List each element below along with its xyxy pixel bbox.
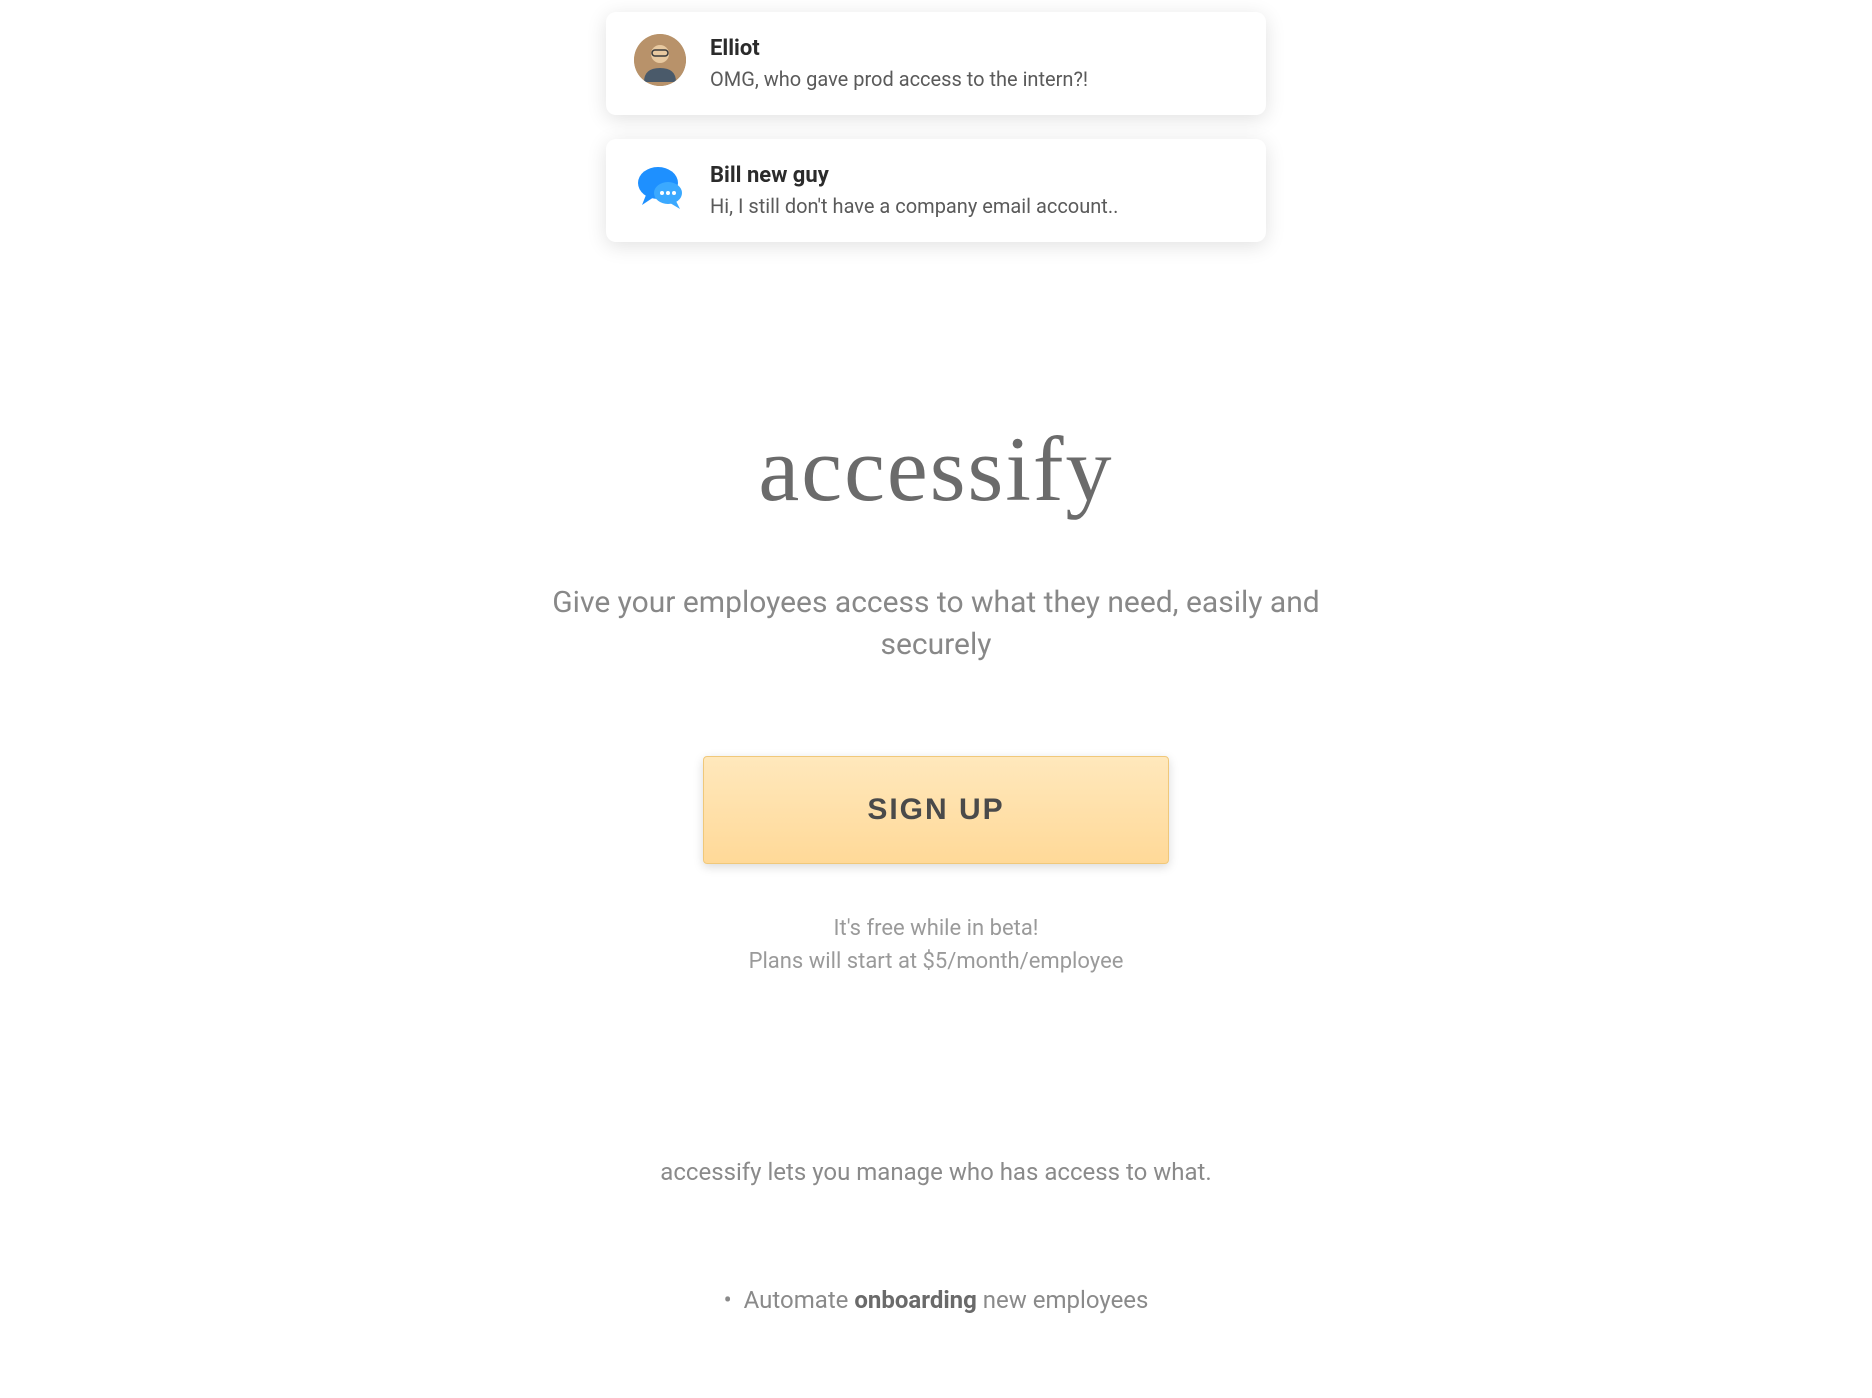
chat-bubble-icon [634, 161, 686, 213]
feature-suffix: new employees [977, 1286, 1149, 1314]
description: accessify lets you manage who has access… [496, 1158, 1376, 1186]
feature-prefix: Automate [744, 1286, 855, 1314]
notification-message: Hi, I still don't have a company email a… [710, 192, 1238, 220]
notification-message: OMG, who gave prod access to the intern?… [710, 65, 1238, 93]
pricing-line: It's free while in beta! [496, 912, 1376, 945]
notification-sender: Bill new guy [710, 163, 1238, 188]
notification-card: Elliot OMG, who gave prod access to the … [606, 12, 1266, 115]
avatar [634, 34, 686, 86]
avatar-icon [634, 34, 686, 86]
bullet-icon: • [724, 1286, 732, 1314]
tagline: Give your employees access to what they … [496, 582, 1376, 666]
feature-item: • Automate onboarding new employees [496, 1286, 1376, 1314]
pricing-note: It's free while in beta! Plans will star… [496, 912, 1376, 978]
signup-button[interactable]: SIGN UP [703, 756, 1169, 864]
notification-content: Elliot OMG, who gave prod access to the … [710, 34, 1238, 93]
pricing-line: Plans will start at $5/month/employee [496, 945, 1376, 978]
feature-bold: onboarding [854, 1286, 976, 1314]
chat-icon [634, 161, 686, 213]
hero-section: accessify Give your employees access to … [496, 416, 1376, 1314]
notification-card: Bill new guy Hi, I still don't have a co… [606, 139, 1266, 242]
notification-content: Bill new guy Hi, I still don't have a co… [710, 161, 1238, 220]
logo: accessify [496, 416, 1376, 522]
notification-sender: Elliot [710, 36, 1238, 61]
